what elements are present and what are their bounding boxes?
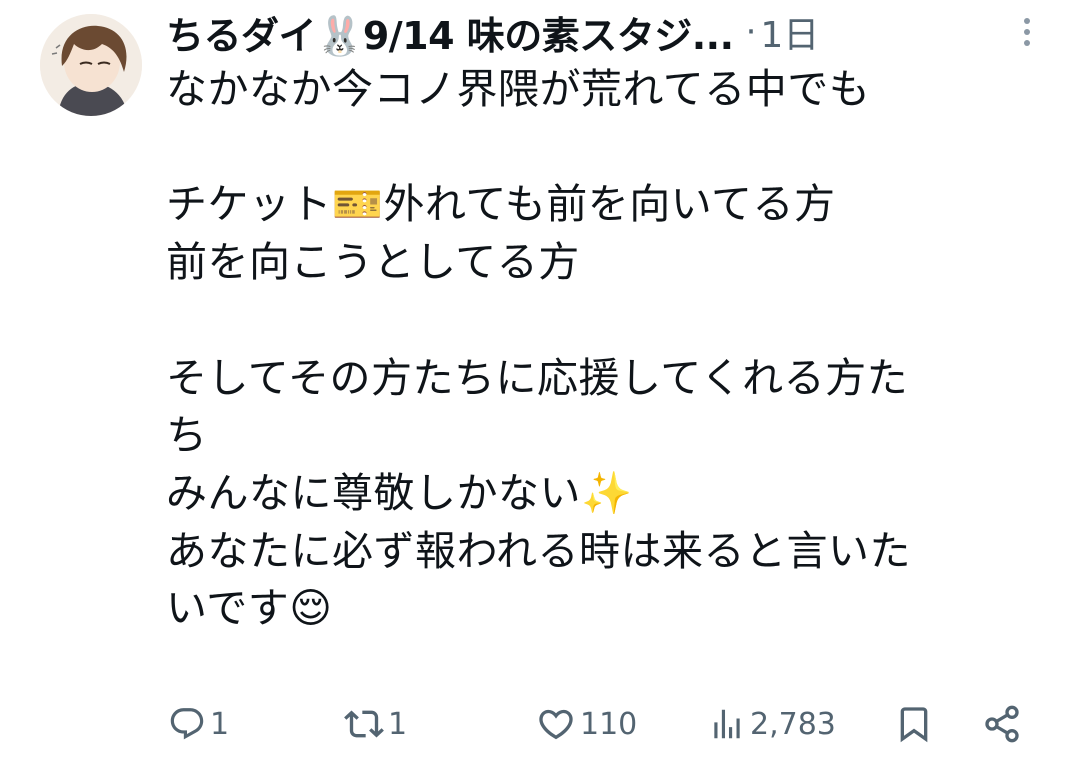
- user-avatar[interactable]: [40, 14, 142, 116]
- author-display-name[interactable]: ちるダイ🐰9/14 味の素スタジ...: [166, 5, 734, 60]
- share-button[interactable]: [982, 694, 1022, 754]
- more-dot: [1024, 18, 1030, 24]
- bookmark-icon: [900, 707, 928, 743]
- more-dot: [1024, 29, 1030, 35]
- reply-icon: [170, 708, 204, 740]
- retweet-icon: [344, 710, 384, 738]
- tweet-timestamp[interactable]: 1日: [760, 6, 819, 58]
- retweet-button[interactable]: 1: [344, 694, 407, 754]
- bookmark-button[interactable]: [894, 694, 934, 754]
- more-options-icon[interactable]: [1012, 8, 1042, 56]
- more-dot: [1024, 40, 1030, 46]
- share-icon: [985, 705, 1019, 743]
- tweet-actions-bar: 1 1 110 2,783: [0, 694, 1080, 754]
- like-button[interactable]: 110: [536, 694, 637, 754]
- like-count: 110: [580, 706, 638, 742]
- views-icon: [714, 709, 740, 739]
- views-button[interactable]: 2,783: [708, 694, 836, 754]
- heart-icon: [539, 709, 573, 740]
- views-count: 2,783: [750, 706, 836, 742]
- tweet-header: ちるダイ🐰9/14 味の素スタジ... · 1日: [166, 4, 819, 60]
- reply-button[interactable]: 1: [168, 694, 229, 754]
- reply-count: 1: [210, 706, 230, 742]
- retweet-count: 1: [388, 706, 408, 742]
- tweet-text: なかなか今コノ界隈が荒れてる中でも チケット🎫外れても前を向いてる方 前を向こう…: [166, 65, 911, 633]
- header-separator: ·: [745, 12, 757, 52]
- user-avatar-icon: [40, 14, 142, 116]
